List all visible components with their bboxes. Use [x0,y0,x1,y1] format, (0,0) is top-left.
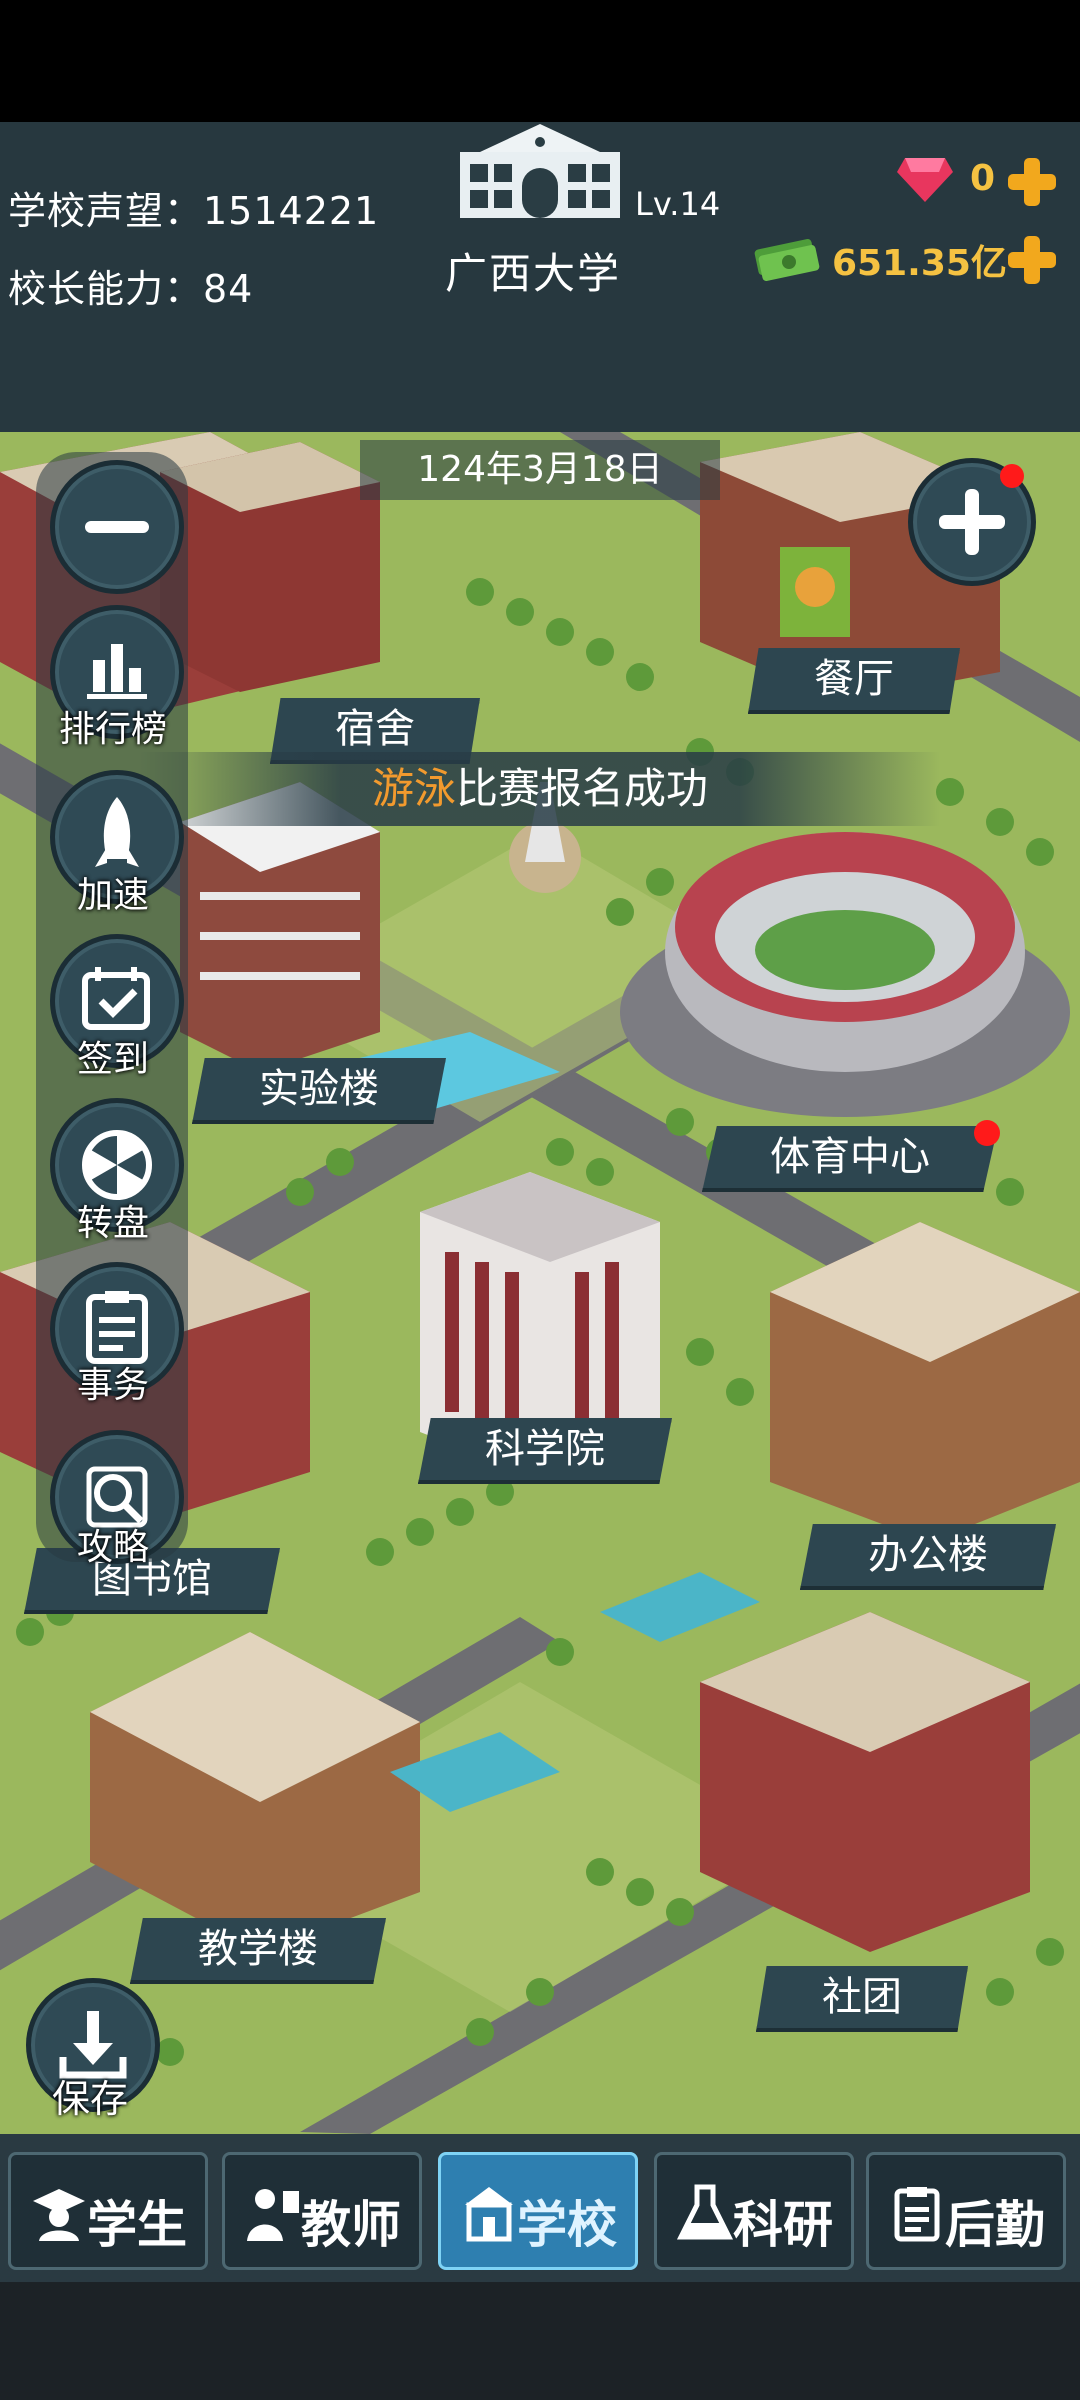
tab-teachers-label: 教师 [301,2196,401,2254]
guide-label: 攻略 [76,1527,149,1568]
toast-highlight: 游泳 [371,764,456,813]
stadium [620,832,1070,1117]
gem-count: 0 [970,158,996,199]
tab-logistics-label: 后勤 [945,2196,1045,2254]
school-reputation: 学校声望：1514221 [8,189,380,233]
school-icon [465,2187,513,2242]
school-level: Lv.14 [635,185,721,223]
speed-up-label: 加速 [76,875,149,916]
money-amount: 651.35亿 [832,243,1007,284]
building-label-lab[interactable]: 实验楼 [192,1058,446,1124]
affairs-label: 事务 [76,1365,149,1406]
school-building-icon [460,124,620,218]
gem-icon [897,158,953,202]
tab-school[interactable]: 学校 [438,2152,638,2270]
building-label-sports[interactable]: 体育中心 [702,1126,998,1192]
tab-teachers[interactable]: 教师 [222,2152,422,2270]
school-name: 广西大学 [445,249,622,298]
ranking-label: 排行榜 [58,709,167,750]
building-label-teaching[interactable]: 教学楼 [130,1918,386,1984]
sports-notification-dot [974,1120,1000,1146]
tab-students[interactable]: 学生 [8,2152,208,2270]
tab-logistics[interactable]: 后勤 [866,2152,1066,2270]
navigation-bar [0,2282,1080,2400]
building-label-restaurant[interactable]: 餐厅 [748,648,960,714]
office-building [770,1222,1080,1542]
building-label-science[interactable]: 科学院 [418,1418,672,1484]
money-icon [754,238,820,282]
game-date: 124年3月18日 [360,440,720,500]
tab-research-label: 科研 [733,2196,833,2254]
save-label: 保存 [51,2077,128,2121]
toast-message: 比赛报名成功 [456,764,709,813]
add-gems-icon[interactable] [1006,156,1058,208]
checklist-icon [894,2187,940,2242]
event-toast: 游泳比赛报名成功 [140,752,940,826]
top-hud: 学校声望：1514221 校长能力：84 Lv.14 广西大学 0 651.35… [0,122,1080,432]
principal-ability: 校长能力：84 [8,267,254,311]
sign-in-label: 签到 [76,1039,149,1080]
tab-students-label: 学生 [87,2196,187,2254]
building-label-office[interactable]: 办公楼 [800,1524,1056,1590]
minus-icon [85,521,149,533]
tab-research[interactable]: 科研 [654,2152,854,2270]
teacher-icon [247,2189,299,2241]
status-bar [0,0,1080,122]
add-money-icon[interactable] [1006,234,1058,286]
zoom-out-button[interactable] [50,460,184,594]
flask-icon [677,2184,733,2240]
tab-school-label: 学校 [517,2196,617,2254]
bottom-tab-bar: 学生 教师 学校 科研 后勤 [0,2134,1080,2282]
wheel-label: 转盘 [76,1203,149,1244]
building-label-club[interactable]: 社团 [756,1966,968,2032]
add-notification-dot [1000,464,1024,488]
graduate-icon [33,2189,85,2241]
